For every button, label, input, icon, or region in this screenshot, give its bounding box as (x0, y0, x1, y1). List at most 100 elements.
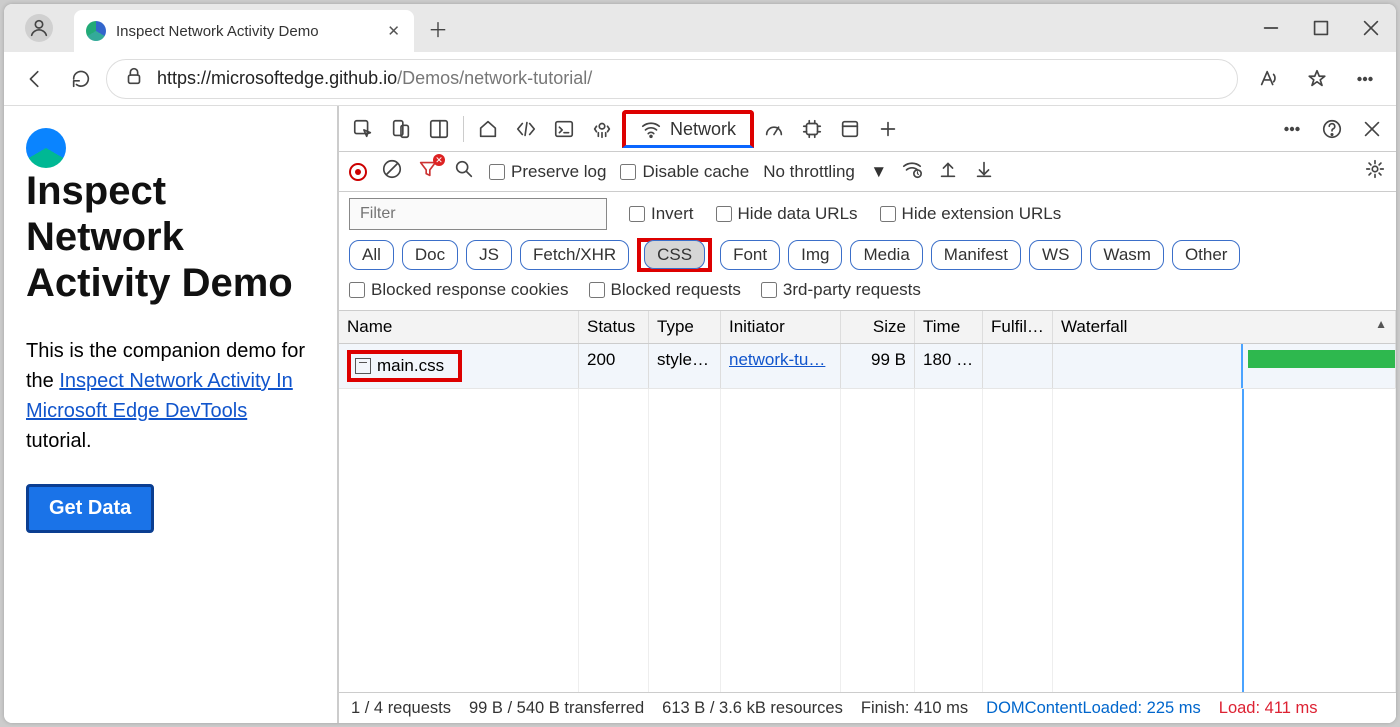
table-body-empty (339, 389, 1396, 692)
devtools-more-button[interactable] (1274, 111, 1310, 147)
status-load: Load: 411 ms (1219, 699, 1318, 718)
network-tab[interactable]: Network (622, 110, 754, 148)
col-name[interactable]: Name (339, 311, 579, 343)
performance-tab-icon[interactable] (756, 111, 792, 147)
filter-pill-wasm[interactable]: Wasm (1090, 240, 1164, 270)
refresh-button[interactable] (60, 58, 102, 100)
filter-pill-font[interactable]: Font (720, 240, 780, 270)
filter-pill-img[interactable]: Img (788, 240, 842, 270)
tab-close-button[interactable]: ✕ (387, 22, 400, 40)
browser-tab[interactable]: Inspect Network Activity Demo ✕ (74, 10, 414, 52)
status-dcl: DOMContentLoaded: 225 ms (986, 699, 1201, 718)
close-window-button[interactable] (1346, 4, 1396, 52)
network-tab-label: Network (670, 119, 736, 140)
maximize-button[interactable] (1296, 4, 1346, 52)
more-tabs-button[interactable] (870, 111, 906, 147)
edge-favicon-icon (86, 21, 106, 41)
col-time[interactable]: Time (915, 311, 983, 343)
inspect-element-icon[interactable] (345, 111, 381, 147)
back-button[interactable] (14, 58, 56, 100)
clear-button[interactable] (381, 158, 403, 185)
cell-size: 99 B (841, 344, 915, 388)
welcome-tab-icon[interactable] (470, 111, 506, 147)
sources-tab-icon[interactable] (584, 111, 620, 147)
hide-extension-urls-checkbox[interactable]: Hide extension URLs (880, 204, 1062, 224)
close-devtools-button[interactable] (1354, 111, 1390, 147)
devtools-panel: Network ✕ (338, 106, 1396, 723)
filter-pill-fetch-xhr[interactable]: Fetch/XHR (520, 240, 629, 270)
blocked-cookies-checkbox[interactable]: Blocked response cookies (349, 280, 569, 300)
filter-pill-other[interactable]: Other (1172, 240, 1241, 270)
minimize-button[interactable] (1246, 4, 1296, 52)
tutorial-link[interactable]: Inspect Network Activity In Microsoft Ed… (26, 370, 293, 422)
disable-cache-checkbox[interactable]: Disable cache (620, 162, 749, 182)
table-header: Name Status Type Initiator Size Time Ful… (339, 311, 1396, 344)
preserve-log-checkbox[interactable]: Preserve log (489, 162, 606, 182)
table-row[interactable]: main.css 200 style… network-tu… 99 B 180… (339, 344, 1396, 389)
read-aloud-button[interactable] (1248, 58, 1290, 100)
network-settings-button[interactable] (1364, 158, 1386, 185)
col-size[interactable]: Size (841, 311, 915, 343)
record-button[interactable] (349, 163, 367, 181)
network-toolbar: ✕ Preserve log Disable cache No throttli… (339, 152, 1396, 192)
new-tab-button[interactable]: ＋ (414, 4, 462, 52)
tab-title: Inspect Network Activity Demo (116, 23, 377, 40)
filter-pill-js[interactable]: JS (466, 240, 512, 270)
third-party-checkbox[interactable]: 3rd-party requests (761, 280, 921, 300)
cell-status: 200 (579, 344, 649, 388)
edge-logo-icon (26, 128, 66, 168)
cell-initiator[interactable]: network-tu… (729, 350, 825, 369)
favorite-button[interactable] (1296, 58, 1338, 100)
page-paragraph: This is the companion demo for the Inspe… (26, 336, 315, 456)
help-button[interactable] (1314, 111, 1350, 147)
network-status-bar: 1 / 4 requests 99 B / 540 B transferred … (339, 693, 1396, 723)
col-initiator[interactable]: Initiator (721, 311, 841, 343)
import-har-button[interactable] (937, 158, 959, 185)
network-conditions-button[interactable] (901, 158, 923, 185)
devtools-tabstrip: Network (339, 106, 1396, 152)
browser-window: Inspect Network Activity Demo ✕ ＋ https:… (4, 4, 1396, 723)
dock-side-icon[interactable] (421, 111, 457, 147)
col-type[interactable]: Type (649, 311, 721, 343)
demo-page: Inspect Network Activity Demo This is th… (4, 106, 338, 723)
resource-type-filters: All Doc JS Fetch/XHR CSS Font Img Media Manifest… (349, 238, 1386, 272)
filter-pill-css[interactable]: CSS (637, 238, 712, 272)
console-tab-icon[interactable] (546, 111, 582, 147)
memory-tab-icon[interactable] (794, 111, 830, 147)
profile-button[interactable] (4, 4, 74, 52)
filter-pill-ws[interactable]: WS (1029, 240, 1082, 270)
url-box[interactable]: https://microsoftedge.github.io/Demos/ne… (106, 59, 1238, 99)
network-table: Name Status Type Initiator Size Time Ful… (339, 311, 1396, 693)
lock-icon (123, 65, 145, 92)
elements-tab-icon[interactable] (508, 111, 544, 147)
url-host: https://microsoftedge.github.io/Demos/ne… (157, 68, 592, 89)
application-tab-icon[interactable] (832, 111, 868, 147)
blocked-requests-checkbox[interactable]: Blocked requests (589, 280, 741, 300)
filter-pill-media[interactable]: Media (850, 240, 922, 270)
more-button[interactable] (1344, 58, 1386, 100)
filter-input[interactable] (349, 198, 607, 230)
content-area: Inspect Network Activity Demo This is th… (4, 106, 1396, 723)
status-transferred: 99 B / 540 B transferred (469, 699, 644, 718)
hide-data-urls-checkbox[interactable]: Hide data URLs (716, 204, 858, 224)
filter-toggle-button[interactable]: ✕ (417, 158, 439, 185)
titlebar: Inspect Network Activity Demo ✕ ＋ (4, 4, 1396, 52)
get-data-button[interactable]: Get Data (26, 484, 154, 533)
cell-name: main.css (377, 356, 444, 376)
invert-checkbox[interactable]: Invert (629, 204, 694, 224)
col-status[interactable]: Status (579, 311, 649, 343)
filter-pill-doc[interactable]: Doc (402, 240, 458, 270)
col-waterfall[interactable]: Waterfall▲ (1053, 311, 1396, 343)
wifi-icon (640, 118, 662, 140)
search-button[interactable] (453, 158, 475, 185)
cell-fulfill (983, 344, 1053, 388)
filter-pill-manifest[interactable]: Manifest (931, 240, 1021, 270)
cell-type: style… (649, 344, 721, 388)
throttling-dropdown[interactable]: No throttling ▼ (763, 162, 887, 182)
page-heading: Inspect Network Activity Demo (26, 128, 315, 306)
col-fulfill[interactable]: Fulfill… (983, 311, 1053, 343)
filter-pill-all[interactable]: All (349, 240, 394, 270)
window-controls (1246, 4, 1396, 52)
export-har-button[interactable] (973, 158, 995, 185)
device-emulation-icon[interactable] (383, 111, 419, 147)
